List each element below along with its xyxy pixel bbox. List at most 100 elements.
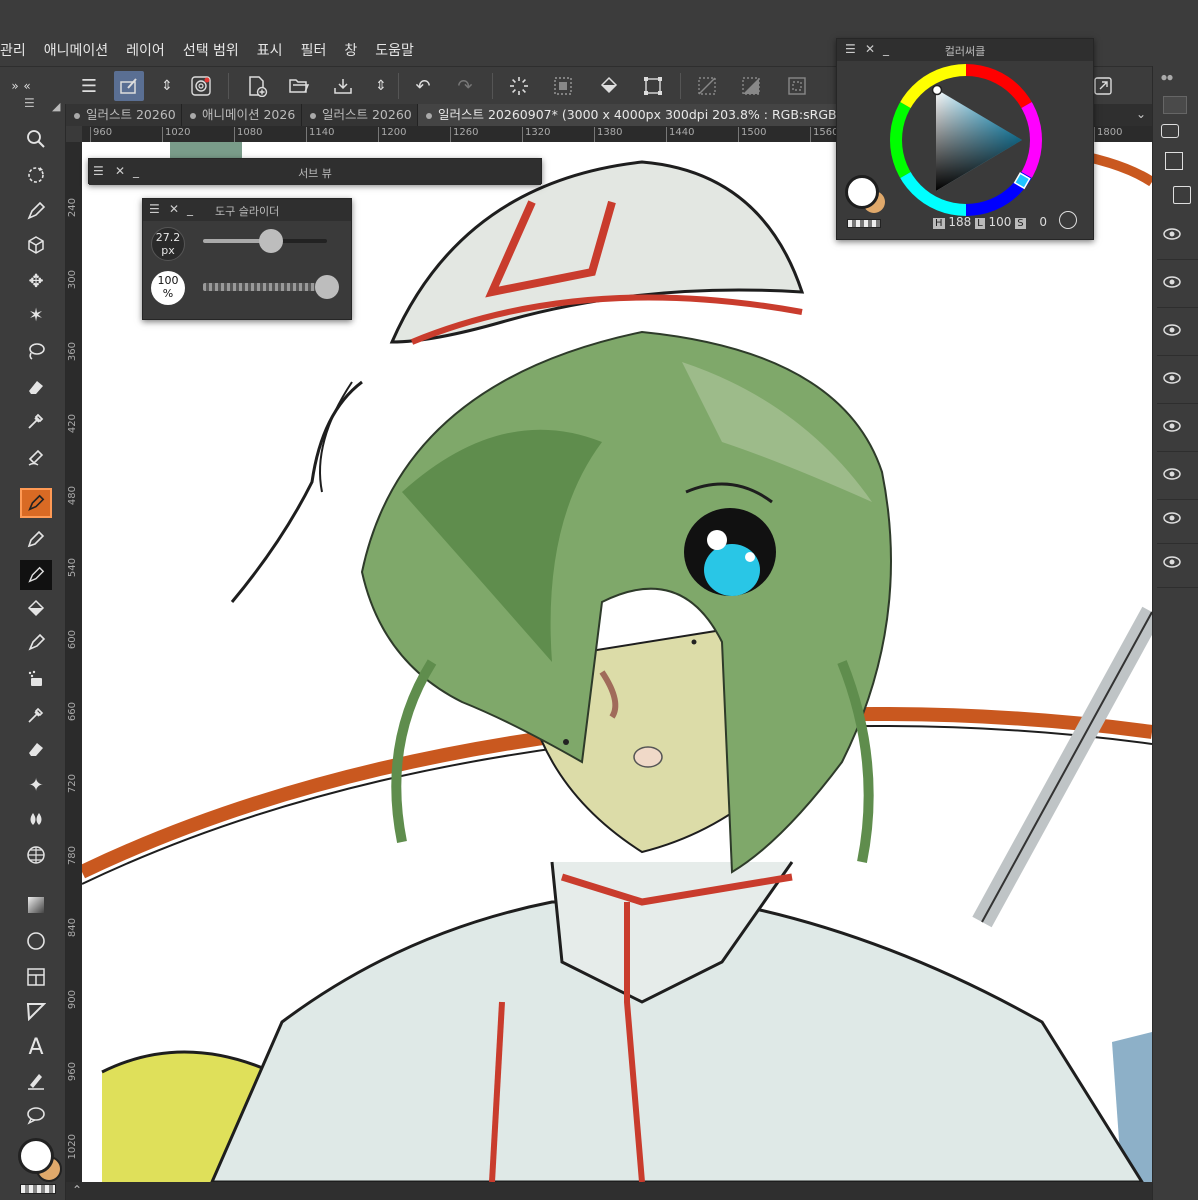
crop-selection-icon[interactable] [782,71,812,101]
blend-drops-tool-icon[interactable] [20,804,52,834]
loading-sunburst-icon[interactable] [504,71,534,101]
layer-row[interactable] [1157,262,1198,308]
ellipse-tool-icon[interactable] [20,926,52,956]
ruler-tool-icon[interactable] [20,996,52,1026]
eye-icon[interactable] [1163,228,1181,240]
layer-row[interactable] [1157,358,1198,404]
layer-property-icon[interactable] [1161,124,1179,138]
selection-expand-icon[interactable] [548,71,578,101]
eye-icon[interactable] [1163,512,1181,524]
layer-tab[interactable] [1163,96,1187,114]
eye-icon[interactable] [1163,468,1181,480]
up-down-arrow-icon[interactable]: ⇕ [152,71,182,101]
fill-tool-icon[interactable] [20,594,52,624]
layer-row[interactable] [1157,214,1198,260]
brush-tool-icon[interactable] [20,560,52,590]
opacity-slider[interactable] [203,275,339,299]
layer-row[interactable] [1157,542,1198,588]
foreground-color-swatch[interactable] [18,1138,54,1174]
menu-manage[interactable]: 관리 [0,40,36,60]
color-mode-icon[interactable] [1059,211,1077,229]
tool-slider-title: 도구 슬라이더 [215,205,280,218]
menu-view[interactable]: 표시 [257,40,293,60]
tool-slider-header[interactable]: ☰ ✕ _ 도구 슬라이더 [143,199,351,221]
eraser-2-tool-icon[interactable] [20,734,52,764]
pin-icon[interactable]: ◢ [52,100,60,113]
brush-size-slider[interactable] [203,229,327,253]
copy-layer-icon[interactable] [1165,152,1183,170]
close-icon[interactable]: ✕ [169,202,179,216]
move-tool-icon[interactable]: ✥ [20,266,52,296]
transparent-color-swatch[interactable] [20,1184,56,1194]
menu-filter[interactable]: 필터 [301,40,337,60]
color-picker-marker[interactable] [931,84,943,96]
eraser-tool-icon[interactable] [20,372,52,402]
layer-row[interactable] [1157,310,1198,356]
panel-grip-icon[interactable]: ☰ [24,96,35,110]
3d-cube-tool-icon[interactable] [20,230,52,260]
lasso-tool-icon[interactable] [20,336,52,366]
menu-help[interactable]: 도움말 [375,40,424,60]
correction-pen-tool-icon[interactable] [20,1066,52,1096]
pencil-tool-icon[interactable] [20,524,52,554]
tab-illustration-1[interactable]: 일러스트 20260 [66,104,182,126]
main-color-swatch[interactable] [845,175,879,209]
spiral-stamp-icon[interactable] [186,71,216,101]
hue-ring[interactable] [889,63,1043,217]
eye-icon[interactable] [1163,324,1181,336]
hamburger-menu-icon[interactable]: ☰ [74,71,104,101]
chevron-down-icon[interactable]: ⌄ [1136,107,1146,121]
panel-grip-icon[interactable]: ☰ [149,202,160,216]
text-tool-icon[interactable]: A [20,1032,52,1062]
marker-tool-icon[interactable] [20,628,52,658]
zoom-tool-icon[interactable] [20,124,52,154]
menu-selection[interactable]: 선택 범위 [183,40,249,60]
magic-wand-tool-icon[interactable]: ✶ [20,300,52,330]
sparkle-tool-icon[interactable]: ✦ [20,770,52,800]
pen-smear-tool-icon[interactable] [20,442,52,472]
color-circle-header[interactable]: ☰ ✕ _ 컬러써클 [837,39,1093,61]
layer-row[interactable] [1157,454,1198,500]
layer-row[interactable] [1157,406,1198,452]
layer-row[interactable] [1157,498,1198,544]
save-icon[interactable] [328,71,358,101]
subview-header[interactable]: ☰ ✕ _ 서브 뷰 [89,159,541,185]
pen-tool-icon-active[interactable] [20,488,52,518]
redo-icon[interactable]: ↷ [450,71,480,101]
eyedropper-tool-icon[interactable] [20,406,52,436]
brush-size-thumb[interactable] [259,229,284,253]
tab-illustration-2[interactable]: 일러스트 20260 [302,104,418,126]
eye-icon[interactable] [1163,276,1181,288]
transparent-swatch[interactable] [847,219,881,228]
new-file-icon[interactable] [242,71,272,101]
fill-bucket-icon[interactable] [594,71,624,101]
opacity-thumb[interactable] [315,275,339,299]
new-layer-icon[interactable] [1173,186,1191,204]
chevron-up-icon[interactable]: ⌃ [72,1183,82,1197]
pen-nib-tool-icon[interactable] [20,196,52,226]
invert-selection-icon[interactable] [736,71,766,101]
dropper-tool-icon[interactable] [20,700,52,730]
tab-illustration-active[interactable]: 일러스트 20260907* (3000 x 4000px 300dpi 203… [418,104,838,126]
rotate-tool-icon[interactable] [20,160,52,190]
eye-icon[interactable] [1163,556,1181,568]
clear-selection-icon[interactable] [692,71,722,101]
eye-icon[interactable] [1163,372,1181,384]
minimize-icon[interactable]: _ [187,202,193,216]
edit-tool-icon[interactable] [114,71,144,101]
open-folder-icon[interactable] [284,71,314,101]
eye-icon[interactable] [1163,420,1181,432]
menu-animation[interactable]: 애니메이션 [44,40,118,60]
speech-balloon-tool-icon[interactable] [20,1100,52,1130]
menu-window[interactable]: 창 [344,40,367,60]
mesh-transform-tool-icon[interactable] [20,840,52,870]
panel-grip-icon[interactable]: ⦁⦁ [1161,70,1173,85]
transform-icon[interactable] [638,71,668,101]
menu-layer[interactable]: 레이어 [126,40,175,60]
undo-icon[interactable]: ↶ [408,71,438,101]
gradient-tool-icon[interactable] [20,890,52,920]
up-down-arrow-icon[interactable]: ⇕ [366,71,396,101]
frame-tool-icon[interactable] [20,962,52,992]
airbrush-tool-icon[interactable] [20,664,52,694]
tab-animation[interactable]: 애니메이션 2026 [182,104,302,126]
